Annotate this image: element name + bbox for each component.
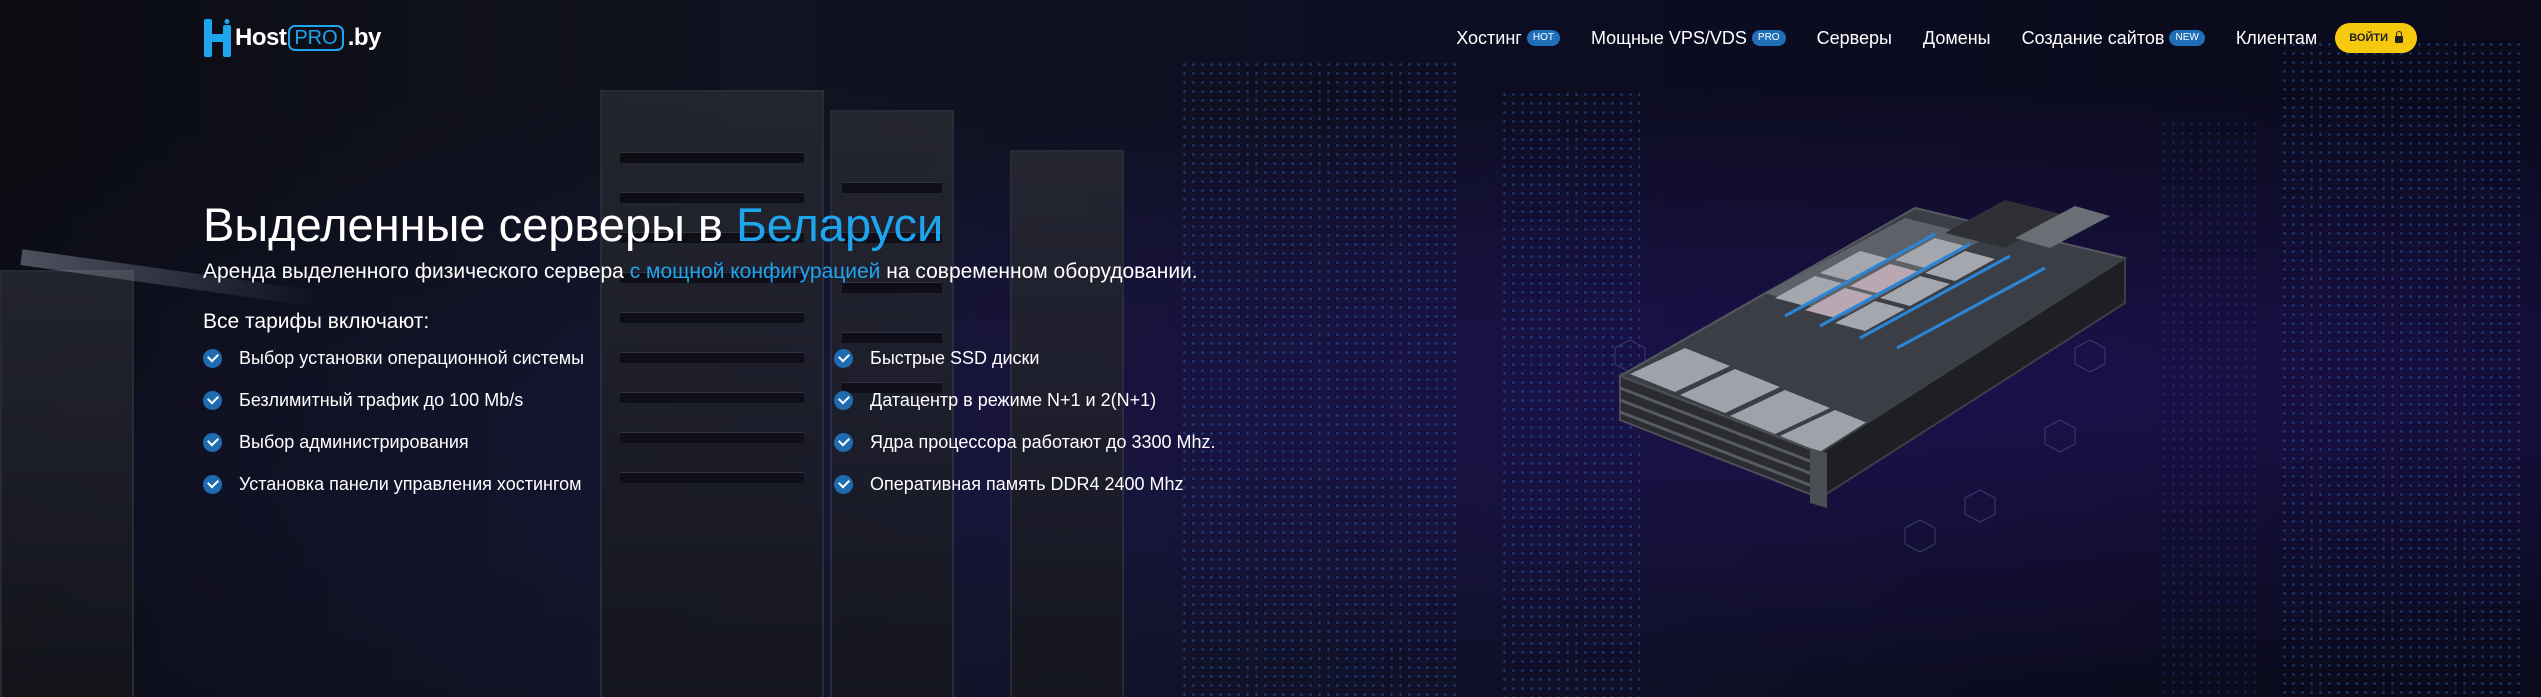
title-highlight: Беларуси xyxy=(735,198,944,251)
nav-item-hosting[interactable]: Хостинг HOT xyxy=(1456,28,1560,49)
led-dots-pattern xyxy=(2280,40,2520,697)
nav-item-label: Серверы xyxy=(1816,27,1892,48)
nav-item-label: Домены xyxy=(1922,27,1991,48)
nav-item-label: Хостинг xyxy=(1456,27,1522,48)
feature-item: Ядра процессора работают до 3300 Mhz. xyxy=(834,432,1216,453)
feature-text: Установка панели управления хостингом xyxy=(239,474,582,494)
main-menu: Хостинг HOT Мощные VPS/VDS PRO Серверы Д… xyxy=(1425,22,2417,54)
server-rack-image xyxy=(0,270,134,697)
feature-text: Безлимитный трафик до 100 Mb/s xyxy=(239,390,524,410)
feature-text: Ядра процессора работают до 3300 Mhz. xyxy=(870,432,1216,452)
server-illustration xyxy=(1605,198,2145,558)
hostpro-logo[interactable]: Host PRO .by xyxy=(203,18,381,58)
login-button[interactable]: ВОЙТИ xyxy=(2335,23,2417,53)
check-icon xyxy=(834,475,853,494)
server-rack-image xyxy=(600,90,824,697)
check-icon xyxy=(834,349,853,368)
logo-text-domain: .by xyxy=(347,24,382,51)
page-title: Выделенные серверы в Беларуси xyxy=(203,196,1198,254)
check-icon xyxy=(834,391,853,410)
subtitle-text-after: на современном оборудовании. xyxy=(880,260,1198,283)
feature-text: Быстрые SSD диски xyxy=(870,348,1040,368)
lock-icon xyxy=(2395,30,2403,43)
nav-item-servers[interactable]: Серверы xyxy=(1817,28,1892,49)
nav-item-web-development[interactable]: Создание сайтов NEW xyxy=(2022,28,2205,49)
new-badge: NEW xyxy=(2169,30,2205,46)
feature-item: Безлимитный трафик до 100 Mb/s xyxy=(203,390,523,411)
logo-text-pro: PRO xyxy=(288,25,344,51)
login-button-label: ВОЙТИ xyxy=(2349,32,2388,44)
feature-item: Выбор установки операционной системы xyxy=(203,348,584,369)
led-dots-pattern xyxy=(2160,120,2260,697)
feature-text: Оперативная память DDR4 2400 Mhz xyxy=(870,474,1184,494)
top-navigation-bar: Host PRO .by Хостинг HOT Мощные VPS/VDS … xyxy=(0,0,2541,76)
check-icon xyxy=(203,391,222,410)
tariffs-heading: Все тарифы включают: xyxy=(203,310,430,333)
feature-item: Выбор администрирования xyxy=(203,432,469,453)
hot-badge: HOT xyxy=(1526,30,1560,46)
feature-item: Быстрые SSD диски xyxy=(834,348,1039,369)
nav-item-vps[interactable]: Мощные VPS/VDS PRO xyxy=(1591,28,1786,49)
hero-subtitle: Аренда выделенного физического сервера с… xyxy=(203,260,1198,284)
feature-item: Датацентр в режиме N+1 и 2(N+1) xyxy=(834,390,1156,411)
feature-item: Установка панели управления хостингом xyxy=(203,474,582,495)
nav-item-label: Клиентам xyxy=(2235,27,2318,48)
feature-text: Датацентр в режиме N+1 и 2(N+1) xyxy=(870,390,1157,410)
nav-item-clients[interactable]: Клиентам xyxy=(2236,28,2317,49)
nav-item-label: Создание сайтов xyxy=(2021,27,2165,48)
feature-text: Выбор установки операционной системы xyxy=(239,348,585,368)
led-dots-pattern xyxy=(1180,60,1460,697)
check-icon xyxy=(203,475,222,494)
subtitle-text-before: Аренда выделенного физического сервера xyxy=(203,260,630,283)
subtitle-link[interactable]: с мощной конфигурацией xyxy=(630,260,881,283)
title-text: Выделенные серверы в xyxy=(203,198,736,251)
check-icon xyxy=(203,433,222,452)
pro-badge: PRO xyxy=(1751,30,1786,46)
feature-text: Выбор администрирования xyxy=(239,432,469,452)
check-icon xyxy=(834,433,853,452)
nav-item-label: Мощные VPS/VDS xyxy=(1590,27,1747,48)
feature-item: Оперативная память DDR4 2400 Mhz xyxy=(834,474,1184,495)
check-icon xyxy=(203,349,222,368)
nav-item-domains[interactable]: Домены xyxy=(1923,28,1991,49)
hero-content: Выделенные серверы в Беларуси Аренда выд… xyxy=(203,196,1216,494)
logo-text-host: Host xyxy=(235,24,287,51)
logo-h-icon xyxy=(203,19,233,57)
